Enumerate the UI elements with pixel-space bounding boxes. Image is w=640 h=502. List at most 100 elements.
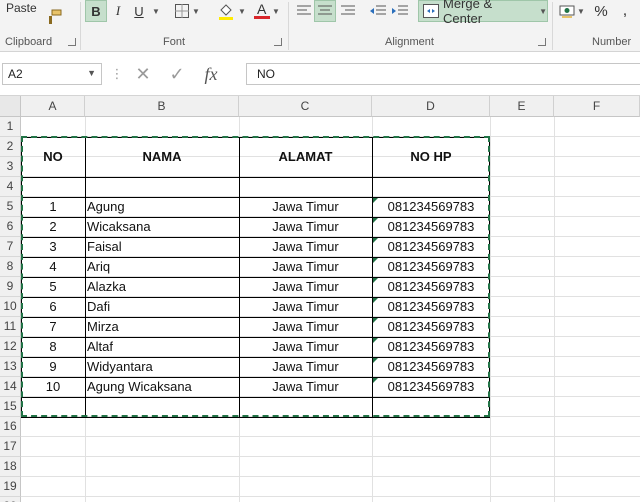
percent-button[interactable]: % xyxy=(592,1,610,21)
cell-alamat[interactable]: Jawa Timur xyxy=(239,337,372,357)
underline-dropdown[interactable]: ▼ xyxy=(149,1,161,21)
cell-nama[interactable]: Agung xyxy=(85,197,239,217)
align-top-icon[interactable] xyxy=(294,1,314,21)
row-header-10[interactable]: 10 xyxy=(0,297,21,317)
cell-alamat[interactable]: Jawa Timur xyxy=(239,217,372,237)
paste-button[interactable]: Paste xyxy=(6,0,37,16)
insert-function-button[interactable]: fx xyxy=(194,64,228,85)
column-header-e[interactable]: E xyxy=(490,96,554,117)
header-nama[interactable]: NAMA xyxy=(85,137,239,177)
row-header-8[interactable]: 8 xyxy=(0,257,21,277)
cell-no[interactable]: 9 xyxy=(21,357,85,377)
row-header-9[interactable]: 9 xyxy=(0,277,21,297)
cell-nohp[interactable]: 081234569783 xyxy=(372,257,490,277)
cell-no[interactable]: 7 xyxy=(21,317,85,337)
cell-nohp[interactable]: 081234569783 xyxy=(372,357,490,377)
row-header-1[interactable]: 1 xyxy=(0,117,21,137)
cell-nama[interactable]: Altaf xyxy=(85,337,239,357)
clipboard-launcher-icon[interactable] xyxy=(68,38,76,46)
cell-nohp[interactable]: 081234569783 xyxy=(372,377,490,397)
cell-alamat[interactable]: Jawa Timur xyxy=(239,377,372,397)
cell-no[interactable]: 8 xyxy=(21,337,85,357)
header-nohp[interactable]: NO HP xyxy=(372,137,490,177)
cell-no[interactable]: 10 xyxy=(21,377,85,397)
cell-alamat[interactable]: Jawa Timur xyxy=(239,357,372,377)
cell-alamat[interactable]: Jawa Timur xyxy=(239,297,372,317)
column-header-f[interactable]: F xyxy=(554,96,640,117)
cell-alamat[interactable]: Jawa Timur xyxy=(239,197,372,217)
row-header-3[interactable]: 3 xyxy=(0,157,21,177)
name-box[interactable]: A2 ▼ xyxy=(2,63,102,85)
cancel-icon[interactable]: ✕ xyxy=(126,64,160,85)
cell-nohp[interactable]: 081234569783 xyxy=(372,317,490,337)
row-header-7[interactable]: 7 xyxy=(0,237,21,257)
error-indicator-icon[interactable] xyxy=(373,218,378,223)
alignment-launcher-icon[interactable] xyxy=(538,38,546,46)
row-header-20[interactable]: 20 xyxy=(0,497,21,502)
cell-alamat[interactable]: Jawa Timur xyxy=(239,277,372,297)
row-header-5[interactable]: 5 xyxy=(0,197,21,217)
header-alamat[interactable]: ALAMAT xyxy=(239,137,372,177)
cell-nohp[interactable]: 081234569783 xyxy=(372,297,490,317)
row-header-18[interactable]: 18 xyxy=(0,457,21,477)
chevron-down-icon[interactable]: ▼ xyxy=(87,68,96,78)
row-header-2[interactable]: 2 xyxy=(0,137,21,157)
row-header-17[interactable]: 17 xyxy=(0,437,21,457)
row-header-14[interactable]: 14 xyxy=(0,377,21,397)
error-indicator-icon[interactable] xyxy=(373,298,378,303)
cell-nama[interactable]: Ariq xyxy=(85,257,239,277)
decrease-indent-icon[interactable] xyxy=(368,1,388,21)
error-indicator-icon[interactable] xyxy=(373,338,378,343)
cell-alamat[interactable]: Jawa Timur xyxy=(239,257,372,277)
column-header-a[interactable]: A xyxy=(21,96,85,117)
cell-nama[interactable]: Widyantara xyxy=(85,357,239,377)
error-indicator-icon[interactable] xyxy=(373,318,378,323)
fill-color-icon[interactable]: ▼ xyxy=(214,0,248,22)
format-painter-icon[interactable] xyxy=(44,8,64,26)
accounting-format-icon[interactable]: ▼ xyxy=(558,0,586,22)
row-header-4[interactable]: 4 xyxy=(0,177,21,197)
column-header-d[interactable]: D xyxy=(372,96,490,117)
cell-nohp[interactable]: 081234569783 xyxy=(372,277,490,297)
row-header-19[interactable]: 19 xyxy=(0,477,21,497)
font-color-icon[interactable]: A ▼ xyxy=(250,0,284,22)
enter-icon[interactable]: ✓ xyxy=(160,64,194,85)
borders-icon[interactable]: ▼ xyxy=(172,1,202,21)
row-header-15[interactable]: 15 xyxy=(0,397,21,417)
cell-no[interactable]: 3 xyxy=(21,237,85,257)
cell-no[interactable]: 6 xyxy=(21,297,85,317)
cell-nohp[interactable]: 081234569783 xyxy=(372,337,490,357)
cell-nama[interactable]: Mirza xyxy=(85,317,239,337)
header-no[interactable]: NO xyxy=(21,137,85,177)
column-header-b[interactable]: B xyxy=(85,96,239,117)
cell-nohp[interactable]: 081234569783 xyxy=(372,217,490,237)
cell-nama[interactable]: Wicaksana xyxy=(85,217,239,237)
cell-nama[interactable]: Agung Wicaksana xyxy=(85,377,239,397)
row-header-11[interactable]: 11 xyxy=(0,317,21,337)
row-header-16[interactable]: 16 xyxy=(0,417,21,437)
comma-style-button[interactable]: , xyxy=(618,1,632,21)
error-indicator-icon[interactable] xyxy=(373,278,378,283)
error-indicator-icon[interactable] xyxy=(373,238,378,243)
cell-nama[interactable]: Alazka xyxy=(85,277,239,297)
cell-nama[interactable]: Dafi xyxy=(85,297,239,317)
cell-nohp[interactable]: 081234569783 xyxy=(372,197,490,217)
error-indicator-icon[interactable] xyxy=(373,358,378,363)
cell-no[interactable]: 4 xyxy=(21,257,85,277)
align-middle-icon[interactable] xyxy=(314,0,336,22)
error-indicator-icon[interactable] xyxy=(373,378,378,383)
row-header-6[interactable]: 6 xyxy=(0,217,21,237)
cell-alamat[interactable]: Jawa Timur xyxy=(239,237,372,257)
font-launcher-icon[interactable] xyxy=(274,38,282,46)
cell-nohp[interactable]: 081234569783 xyxy=(372,237,490,257)
cell-no[interactable]: 2 xyxy=(21,217,85,237)
formula-input[interactable]: NO xyxy=(246,63,640,85)
cell-nama[interactable]: Faisal xyxy=(85,237,239,257)
row-header-13[interactable]: 13 xyxy=(0,357,21,377)
underline-button[interactable]: U xyxy=(130,1,148,21)
select-all-corner[interactable] xyxy=(0,96,21,117)
cell-no[interactable]: 5 xyxy=(21,277,85,297)
error-indicator-icon[interactable] xyxy=(373,258,378,263)
error-indicator-icon[interactable] xyxy=(373,198,378,203)
row-header-12[interactable]: 12 xyxy=(0,337,21,357)
